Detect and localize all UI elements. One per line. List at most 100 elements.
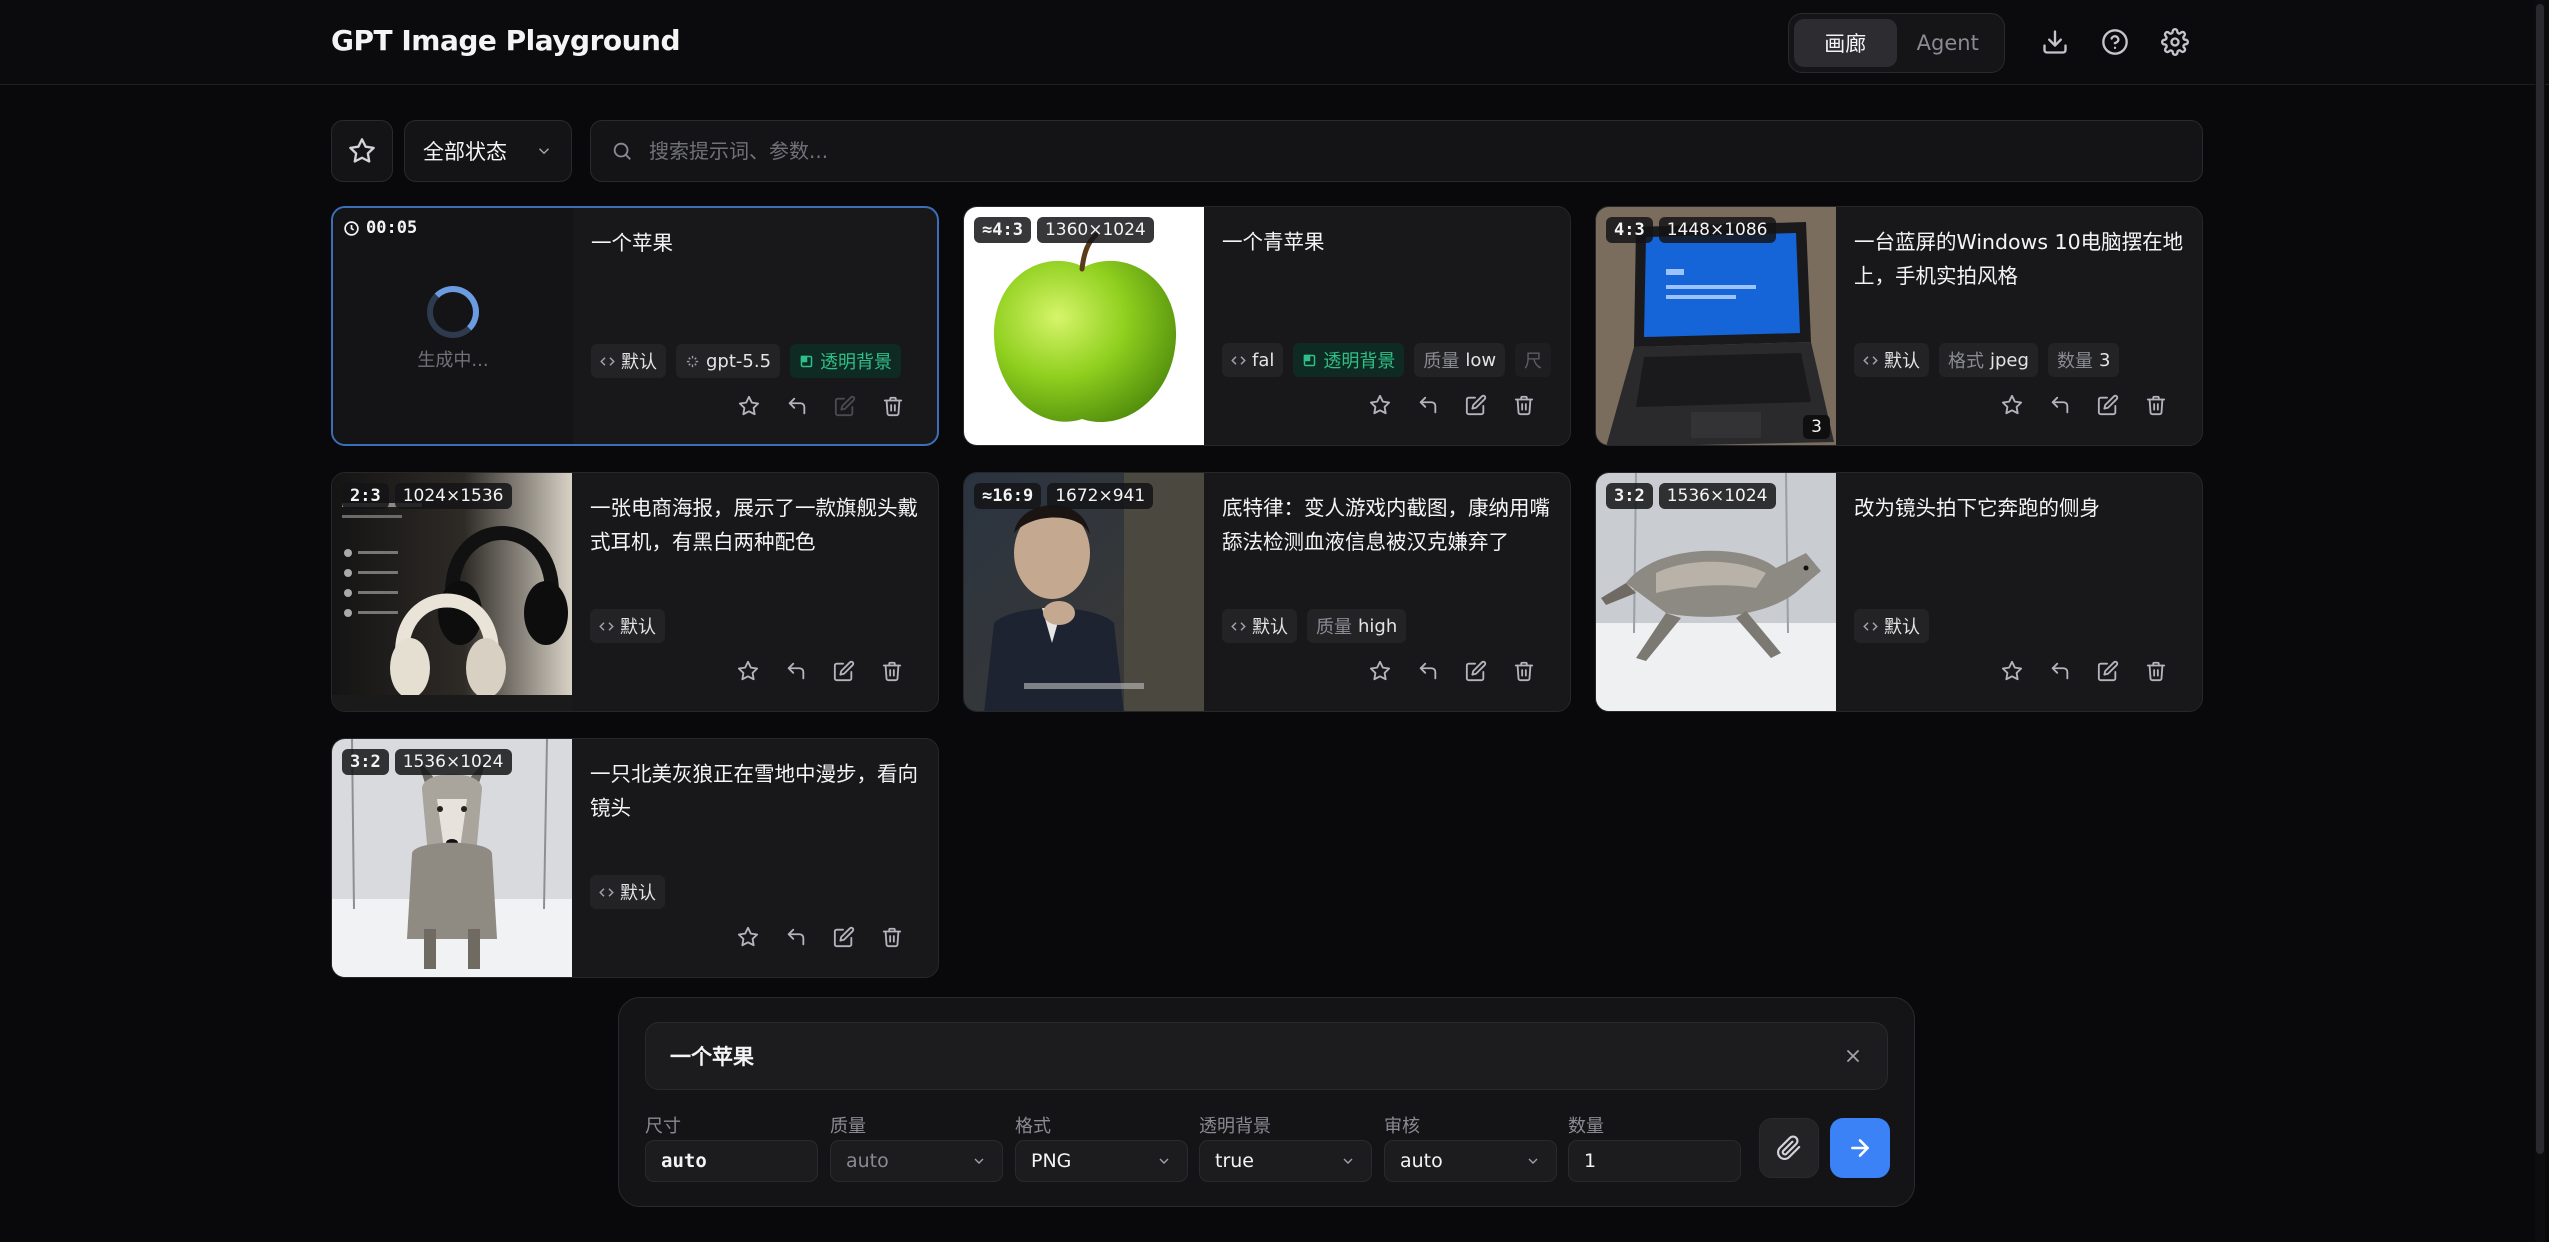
tag-label: gpt-5.5 — [706, 350, 772, 372]
edit-icon[interactable] — [832, 659, 856, 683]
delete-trash-icon[interactable] — [880, 925, 904, 949]
moderation-select[interactable]: auto — [1384, 1140, 1557, 1182]
favorite-star-icon[interactable] — [736, 659, 760, 683]
card-thumbnail[interactable]: ≈16:9 1672×941 — [964, 473, 1204, 711]
delete-trash-icon[interactable] — [881, 394, 905, 418]
edit-icon[interactable] — [832, 925, 856, 949]
search-input[interactable] — [649, 139, 2149, 163]
param-label: 格式 — [1015, 1116, 1051, 1137]
edit-icon[interactable] — [2096, 659, 2120, 683]
tag-provider: 默认 — [1854, 343, 1929, 377]
gallery-card[interactable]: 3:2 1536×1024 改为镜头拍下它奔跑的侧身 默认 — [1595, 472, 2203, 712]
scrollbar-thumb[interactable] — [2536, 4, 2544, 1154]
code-icon — [600, 354, 615, 369]
card-actions — [736, 659, 904, 683]
resolution-badge: 1024×1536 — [394, 483, 512, 509]
clear-close-icon[interactable] — [1843, 1046, 1863, 1066]
format-select[interactable]: PNG — [1015, 1140, 1188, 1182]
resolution-badge: 1672×941 — [1047, 483, 1154, 509]
edit-icon[interactable] — [1464, 659, 1488, 683]
card-tags: 默认 — [590, 609, 935, 643]
code-icon — [1231, 619, 1246, 634]
param-value: 1 — [1584, 1150, 1597, 1172]
reuse-reply-icon[interactable] — [784, 659, 808, 683]
page-scrollbar[interactable] — [2535, 0, 2545, 1242]
count-input[interactable]: 1 — [1568, 1140, 1741, 1182]
chevron-down-icon — [535, 142, 553, 160]
edit-icon[interactable] — [1464, 393, 1488, 417]
favorite-star-icon[interactable] — [2000, 659, 2024, 683]
status-filter-select[interactable]: 全部状态 — [404, 120, 572, 182]
card-tags: 默认 格式 jpeg 数量 3 — [1854, 343, 2199, 377]
delete-trash-icon[interactable] — [2144, 393, 2168, 417]
reuse-reply-icon[interactable] — [2048, 659, 2072, 683]
reuse-reply-icon[interactable] — [784, 925, 808, 949]
param-quality: 质量 auto — [830, 1112, 1003, 1182]
card-thumbnail[interactable]: 3:2 1536×1024 — [332, 739, 572, 977]
image-count-badge: 3 — [1803, 415, 1830, 439]
favorite-star-icon[interactable] — [2000, 393, 2024, 417]
generating-status: 生成中... — [417, 350, 489, 371]
help-icon[interactable] — [2097, 24, 2133, 60]
favorite-star-icon[interactable] — [736, 925, 760, 949]
edit-icon[interactable] — [2096, 393, 2120, 417]
code-icon — [599, 885, 614, 900]
card-thumbnail[interactable]: 4:3 1448×1086 3 — [1596, 207, 1836, 445]
download-icon[interactable] — [2037, 24, 2073, 60]
prompt-input[interactable]: 一个苹果 — [645, 1022, 1888, 1090]
tag-provider: fal — [1222, 343, 1284, 377]
reuse-reply-icon[interactable] — [1416, 659, 1440, 683]
gallery-card[interactable]: ≈4:3 1360×1024 一个青苹果 fal 透明背景 质量 low 尺 — [963, 206, 1571, 446]
tag-provider: 默认 — [1222, 609, 1297, 643]
card-prompt: 一个青苹果 — [1222, 230, 1325, 254]
tag-label: high — [1358, 615, 1398, 637]
tag-label: 透明背景 — [1323, 351, 1396, 372]
reuse-reply-icon[interactable] — [1416, 393, 1440, 417]
reuse-reply-icon[interactable] — [785, 394, 809, 418]
card-prompt: 一台蓝屏的Windows 10电脑摆在地上，手机实拍风格 — [1854, 230, 2184, 288]
gallery-card[interactable]: 4:3 1448×1086 3 一台蓝屏的Windows 10电脑摆在地上，手机… — [1595, 206, 2203, 446]
size-input[interactable]: auto — [645, 1140, 818, 1182]
tag-label: 透明背景 — [820, 352, 893, 373]
card-actions — [736, 925, 904, 949]
favorite-star-icon[interactable] — [737, 394, 761, 418]
favorite-star-icon[interactable] — [1368, 393, 1392, 417]
delete-trash-icon[interactable] — [880, 659, 904, 683]
send-arrow-icon[interactable] — [1830, 1118, 1890, 1178]
gallery-card[interactable]: 3:2 1536×1024 一只北美灰狼正在雪地中漫步，看向镜头 默认 — [331, 738, 939, 978]
param-size: 尺寸 auto — [645, 1112, 818, 1182]
thumb-badges: ≈16:9 1672×941 — [974, 483, 1154, 509]
delete-trash-icon[interactable] — [2144, 659, 2168, 683]
attach-paperclip-icon[interactable] — [1759, 1118, 1819, 1178]
card-thumbnail[interactable]: ≈4:3 1360×1024 — [964, 207, 1204, 445]
favorites-filter-button[interactable] — [331, 120, 393, 182]
edit-icon[interactable] — [833, 394, 857, 418]
quality-select[interactable]: auto — [830, 1140, 1003, 1182]
transparent-select[interactable]: true — [1199, 1140, 1372, 1182]
gallery-card[interactable]: 2:3 1024×1536 一张电商海报，展示了一款旗舰头戴式耳机，有黑白两种配… — [331, 472, 939, 712]
transparent-bg-icon — [799, 354, 814, 369]
elapsed-timer: 00:05 — [343, 218, 417, 238]
tag-label: jpeg — [1990, 349, 2029, 371]
gallery-card[interactable]: 00:05 生成中... 一个苹果 默认 gpt-5.5 透明背景 — [331, 206, 939, 446]
favorite-star-icon[interactable] — [1368, 659, 1392, 683]
tab-agent[interactable]: Agent — [1897, 19, 2000, 67]
tag-format: 格式 jpeg — [1939, 343, 2038, 377]
reuse-reply-icon[interactable] — [2048, 393, 2072, 417]
chevron-down-icon — [971, 1153, 987, 1169]
param-count: 数量 1 — [1568, 1112, 1741, 1182]
param-transparent: 透明背景 true — [1199, 1112, 1372, 1182]
card-thumbnail[interactable]: 2:3 1024×1536 — [332, 473, 572, 711]
card-thumbnail[interactable]: 3:2 1536×1024 — [1596, 473, 1836, 711]
delete-trash-icon[interactable] — [1512, 659, 1536, 683]
search-icon — [611, 140, 633, 162]
tab-gallery[interactable]: 画廊 — [1794, 19, 1897, 67]
gallery-card[interactable]: ≈16:9 1672×941 底特律：变人游戏内截图，康纳用嘴舔法检测血液信息被… — [963, 472, 1571, 712]
thumb-badges: 2:3 1024×1536 — [342, 483, 512, 509]
delete-trash-icon[interactable] — [1512, 393, 1536, 417]
tag-label: 默认 — [1884, 617, 1920, 638]
settings-gear-icon[interactable] — [2157, 24, 2193, 60]
thumb-badges: 4:3 1448×1086 — [1606, 217, 1776, 243]
clock-icon — [343, 220, 360, 237]
aspect-ratio-badge: 2:3 — [342, 483, 389, 509]
